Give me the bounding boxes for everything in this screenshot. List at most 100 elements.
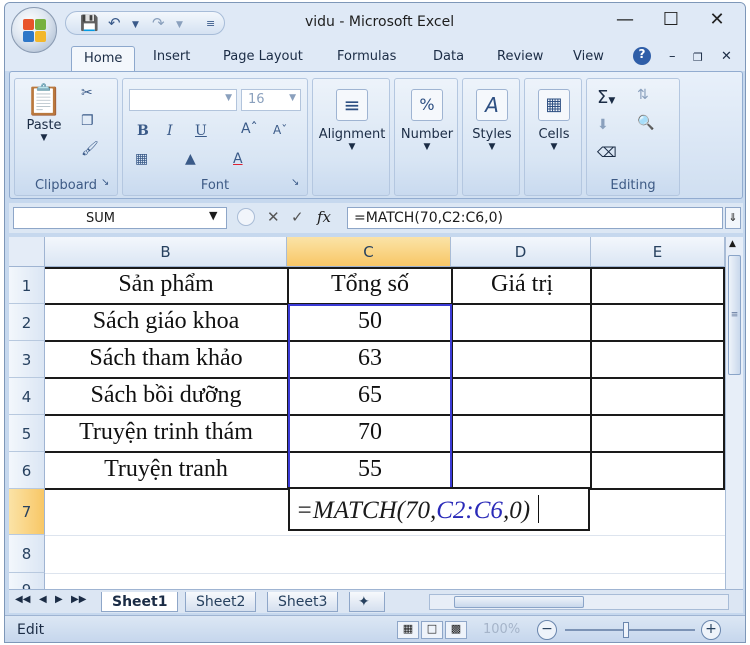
- tab-insert[interactable]: Insert: [153, 49, 190, 64]
- ribbon-close-icon[interactable]: ✕: [721, 49, 732, 64]
- format-painter-icon[interactable]: 🖌: [81, 141, 99, 157]
- enter-icon[interactable]: ✓: [291, 208, 304, 226]
- name-box[interactable]: SUM: [13, 207, 227, 229]
- header-cell-value[interactable]: Giá trị: [453, 271, 591, 298]
- cell-product[interactable]: Sách bồi dưỡng: [45, 382, 287, 409]
- tab-data[interactable]: Data: [433, 49, 464, 64]
- undo-dropdown-icon[interactable]: ▼: [132, 20, 139, 30]
- horizontal-scrollbar[interactable]: [429, 594, 729, 610]
- save-icon[interactable]: 💾: [80, 14, 99, 32]
- row-header-7[interactable]: 7: [9, 489, 45, 535]
- undo-icon[interactable]: ↶: [108, 14, 121, 32]
- minimize-button[interactable]: —: [605, 9, 645, 30]
- row-header-6[interactable]: 6: [9, 452, 45, 489]
- sheet-tab-sheet1[interactable]: Sheet1: [101, 592, 179, 612]
- row-header-8[interactable]: 8: [9, 535, 45, 573]
- grow-font-icon[interactable]: Aˆ: [241, 121, 258, 137]
- font-size-box[interactable]: 16 ▼: [241, 89, 301, 111]
- page-break-view-icon[interactable]: ▩: [445, 621, 467, 639]
- header-cell-product[interactable]: Sản phẩm: [45, 271, 287, 298]
- help-icon[interactable]: ?: [633, 47, 651, 65]
- number-button[interactable]: % Number ▼: [395, 89, 459, 152]
- fill-color-icon[interactable]: ▲: [185, 151, 196, 167]
- column-header-e[interactable]: E: [591, 237, 725, 267]
- header-cell-total[interactable]: Tổng số: [289, 271, 451, 298]
- row-header-4[interactable]: 4: [9, 378, 45, 415]
- vertical-scroll-thumb[interactable]: ≡: [728, 255, 741, 375]
- fill-icon[interactable]: ⬇: [597, 117, 609, 133]
- styles-button[interactable]: A Styles ▼: [463, 89, 521, 152]
- horizontal-scroll-thumb[interactable]: [454, 596, 584, 608]
- font-name-box[interactable]: ▼: [129, 89, 237, 111]
- cell-product[interactable]: Sách giáo khoa: [45, 308, 287, 335]
- column-header-b[interactable]: B: [45, 237, 287, 267]
- insert-sheet-icon[interactable]: ✦: [349, 592, 385, 612]
- cut-icon[interactable]: ✂: [81, 85, 93, 101]
- paste-button[interactable]: 📋 Paste ▼: [19, 83, 69, 143]
- shrink-font-icon[interactable]: Aˇ: [273, 123, 287, 137]
- sheet-tab-sheet3[interactable]: Sheet3: [267, 592, 339, 612]
- find-select-icon[interactable]: 🔍: [637, 115, 654, 131]
- cell-product[interactable]: Truyện tranh: [45, 456, 287, 483]
- tab-page-layout[interactable]: Page Layout: [223, 49, 303, 64]
- clipboard-launcher-icon[interactable]: ↘: [101, 177, 109, 188]
- active-edit-cell[interactable]: =MATCH(70,C2:C6,0): [288, 487, 590, 531]
- column-header-d[interactable]: D: [451, 237, 591, 267]
- row-header-1[interactable]: 1: [9, 267, 45, 304]
- borders-icon[interactable]: ▦: [135, 151, 148, 167]
- tab-formulas[interactable]: Formulas: [337, 49, 396, 64]
- office-button[interactable]: [11, 7, 57, 53]
- row-header-3[interactable]: 3: [9, 341, 45, 378]
- formula-input[interactable]: =MATCH(70,C2:C6,0): [347, 207, 723, 229]
- customize-qat-icon[interactable]: ≡: [206, 17, 215, 30]
- row-header-2[interactable]: 2: [9, 304, 45, 341]
- close-button[interactable]: ✕: [697, 9, 737, 30]
- row-header-5[interactable]: 5: [9, 415, 45, 452]
- expand-formula-bar-icon[interactable]: ⇓: [725, 207, 741, 229]
- autosum-icon[interactable]: Σ▼: [597, 87, 615, 108]
- insert-function-icon[interactable]: fx: [317, 208, 331, 226]
- bold-button[interactable]: B: [137, 123, 149, 139]
- prev-sheet-icon[interactable]: ◀: [39, 594, 47, 605]
- select-all-corner[interactable]: [9, 237, 45, 267]
- row-header-9[interactable]: 9: [9, 573, 45, 589]
- clear-icon[interactable]: ⌫: [597, 145, 617, 161]
- redo-dropdown-icon[interactable]: ▼: [176, 20, 183, 30]
- cell-product[interactable]: Truyện trinh thám: [45, 419, 287, 446]
- referenced-range-highlight: [288, 304, 452, 489]
- alignment-button[interactable]: ≡ Alignment ▼: [313, 89, 391, 152]
- tab-home[interactable]: Home: [71, 46, 136, 72]
- name-box-dropdown-icon[interactable]: ▼: [209, 209, 217, 222]
- sheet-tab-sheet2[interactable]: Sheet2: [185, 592, 257, 612]
- cancel-icon[interactable]: ✕: [267, 208, 280, 226]
- cells-button[interactable]: ▦ Cells ▼: [525, 89, 583, 152]
- tab-view[interactable]: View: [573, 49, 604, 64]
- last-sheet-icon[interactable]: ▶▶: [71, 594, 86, 605]
- formula-bar-resize-icon[interactable]: [237, 208, 255, 226]
- font-launcher-icon[interactable]: ↘: [291, 177, 299, 188]
- zoom-out-icon[interactable]: −: [537, 620, 557, 640]
- tab-review[interactable]: Review: [497, 49, 543, 64]
- first-sheet-icon[interactable]: ◀◀: [15, 594, 30, 605]
- page-layout-view-icon[interactable]: □: [421, 621, 443, 639]
- vertical-scrollbar[interactable]: ▲ ≡: [725, 237, 743, 589]
- sort-filter-icon[interactable]: ⇅: [637, 87, 649, 103]
- worksheet-grid[interactable]: B C D E 1 2 3 4 5 6 7 8 9 Sản phẩm Tổng …: [9, 237, 725, 589]
- underline-button[interactable]: U: [195, 123, 207, 139]
- cell-product[interactable]: Sách tham khảo: [45, 345, 287, 372]
- italic-button[interactable]: I: [167, 123, 173, 139]
- font-color-icon[interactable]: A: [233, 151, 243, 167]
- zoom-slider-track[interactable]: [565, 629, 695, 631]
- next-sheet-icon[interactable]: ▶: [55, 594, 63, 605]
- zoom-level[interactable]: 100%: [483, 622, 520, 637]
- scroll-up-icon[interactable]: ▲: [729, 239, 736, 249]
- maximize-button[interactable]: ☐: [651, 9, 691, 30]
- zoom-slider-knob[interactable]: [623, 622, 629, 638]
- column-header-c[interactable]: C: [287, 237, 451, 267]
- normal-view-icon[interactable]: ▦: [397, 621, 419, 639]
- ribbon-minimize-icon[interactable]: –: [669, 49, 676, 64]
- redo-icon[interactable]: ↷: [152, 14, 165, 32]
- zoom-in-icon[interactable]: +: [701, 620, 721, 640]
- ribbon-restore-icon[interactable]: ❐: [693, 51, 703, 64]
- copy-icon[interactable]: ❐: [81, 113, 94, 129]
